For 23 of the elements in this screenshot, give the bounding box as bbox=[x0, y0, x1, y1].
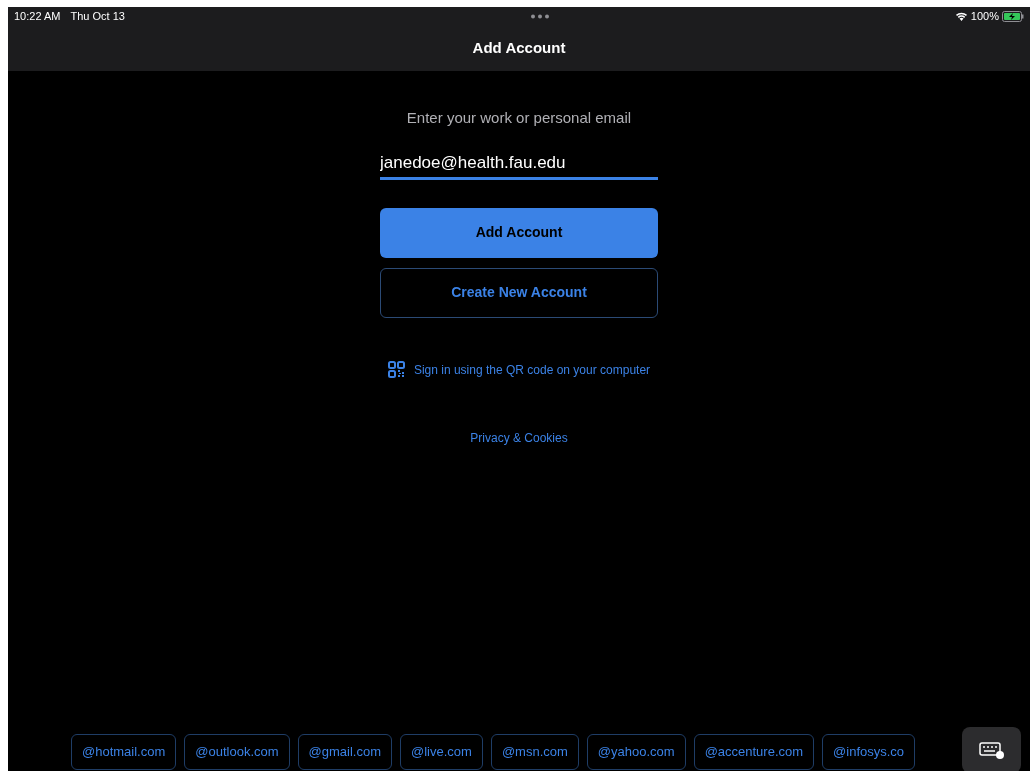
email-prompt: Enter your work or personal email bbox=[405, 108, 633, 128]
domain-suggestion-chip[interactable]: @live.com bbox=[400, 734, 483, 770]
create-account-button[interactable]: Create New Account bbox=[380, 267, 658, 318]
privacy-link[interactable]: Privacy & Cookies bbox=[380, 428, 658, 447]
domain-suggestion-chip[interactable]: @outlook.com bbox=[184, 734, 290, 770]
domain-suggestion-chip[interactable]: @yahoo.com bbox=[586, 734, 686, 770]
qr-sign-in-link[interactable]: Sign in using the QR code on your computer bbox=[413, 360, 651, 379]
status-date: Thu Oct 13 bbox=[70, 8, 125, 24]
page-title: Add Account bbox=[472, 37, 566, 58]
more-dots-icon bbox=[529, 13, 550, 19]
domain-suggestion-chip[interactable]: @gmail.com bbox=[297, 734, 392, 770]
domain-suggestion-chip[interactable]: @msn.com bbox=[490, 734, 579, 770]
status-time: 10:22 AM bbox=[14, 8, 61, 24]
battery-percentage: 100% bbox=[970, 8, 999, 24]
domain-suggestion-chip[interactable]: @accenture.com bbox=[693, 734, 815, 770]
keyboard-toggle-button[interactable] bbox=[962, 727, 1021, 771]
domain-suggestion-chip[interactable]: @infosys.co bbox=[822, 734, 916, 770]
keyboard-icon bbox=[978, 741, 1005, 759]
email-field[interactable]: janedoe@health.fau.edu bbox=[380, 149, 658, 180]
wifi-icon bbox=[954, 11, 968, 21]
domain-suggestion-chip[interactable]: @hotmail.com bbox=[71, 734, 177, 770]
add-account-button[interactable]: Add Account bbox=[380, 207, 658, 258]
qr-code-icon bbox=[387, 361, 405, 378]
